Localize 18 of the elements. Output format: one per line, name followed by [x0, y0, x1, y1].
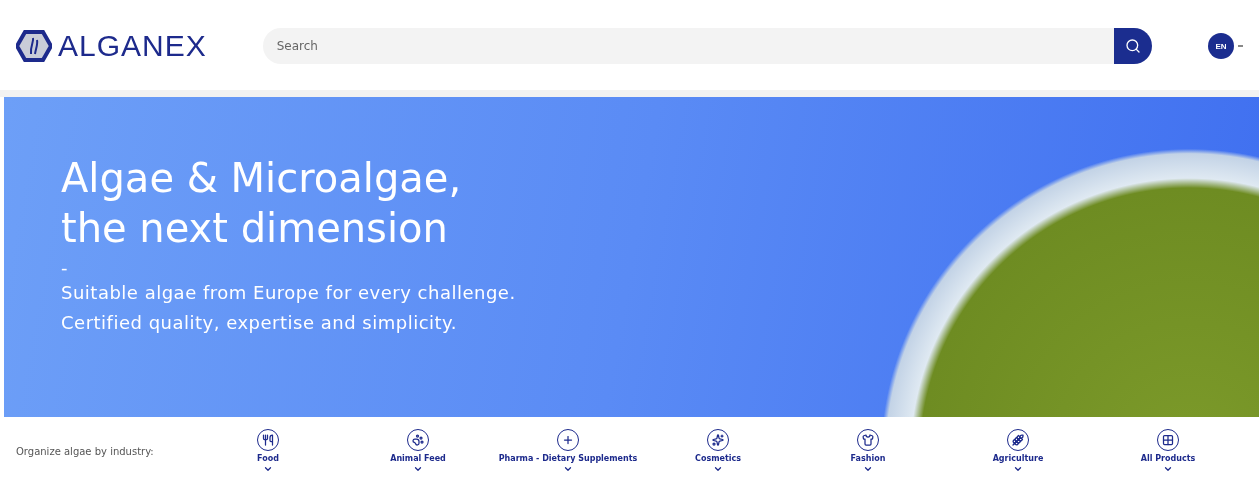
search-icon — [1125, 38, 1141, 54]
hero-title: Algae & Microalgae, the next dimension — [61, 154, 463, 253]
hexagon-logo-icon — [16, 30, 52, 62]
industry-link[interactable]: Animal Feed — [343, 428, 493, 474]
industry-link[interactable]: Cosmetics — [643, 428, 793, 474]
brand-logo[interactable]: ALGANEX — [58, 29, 207, 63]
industry-link[interactable]: Agriculture — [943, 428, 1093, 474]
industry-label: Organize algae by industry: — [16, 445, 155, 457]
language-button[interactable]: EN — [1208, 33, 1234, 59]
hero-subtitle: Suitable algae from Europe for every challenge. Certified quality, expertise and simplicity. — [61, 281, 516, 335]
industry-link[interactable]: All Products — [1093, 428, 1243, 474]
search-field[interactable]: Search — [262, 28, 1114, 64]
industry-link[interactable]: Food — [193, 428, 343, 474]
caret-icon — [1238, 45, 1243, 47]
search-button[interactable] — [1114, 28, 1152, 64]
separator-dash: - — [61, 257, 69, 278]
industry-link[interactable]: Pharma - Dietary Supplements — [493, 428, 643, 474]
industry-link[interactable]: Fashion — [793, 428, 943, 474]
